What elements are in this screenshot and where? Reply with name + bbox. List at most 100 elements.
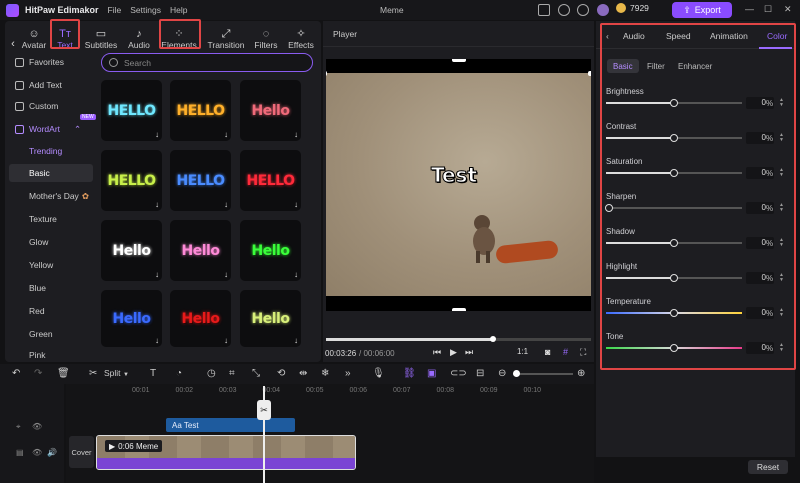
split-button[interactable]: Split: [104, 368, 121, 379]
link-icon[interactable]: ⛓: [403, 368, 416, 379]
prev-frame-icon[interactable]: ⏮: [433, 347, 441, 358]
category-glow[interactable]: Glow: [9, 233, 93, 251]
download-icon[interactable]: ↓: [155, 130, 159, 139]
tab-effects[interactable]: ✧ Effects: [285, 23, 317, 51]
overlay-text[interactable]: Test: [430, 163, 477, 188]
wordart-tile[interactable]: HELLO ↓: [101, 80, 162, 141]
video-track-eye-icon[interactable]: 👁: [32, 448, 42, 457]
rotate-icon[interactable]: ⟲: [277, 368, 285, 379]
category-texture[interactable]: Texture: [9, 210, 93, 228]
maximize-icon[interactable]: ☐: [764, 4, 772, 15]
category-blue[interactable]: Blue: [9, 279, 93, 297]
speed-icon[interactable]: ◔: [176, 368, 182, 379]
wordart-tile[interactable]: Hello ↓: [101, 290, 162, 347]
category-mothers-day[interactable]: Mother's Day ✿: [9, 187, 93, 205]
insert-icon[interactable]: ⊟: [476, 368, 484, 379]
delete-icon[interactable]: 🗑: [57, 368, 70, 379]
menu-settings[interactable]: Settings: [130, 5, 161, 15]
tab-avatar[interactable]: ☺ Avatar: [19, 23, 49, 51]
tab-filters[interactable]: ◌ Filters: [253, 23, 279, 51]
download-icon[interactable]: ↓: [155, 200, 159, 209]
aspect-ratio-select[interactable]: 1:1: [517, 347, 528, 356]
zoom-out-icon[interactable]: ⊖: [498, 368, 506, 379]
progress-bar[interactable]: [326, 336, 591, 342]
resize-handle-tr[interactable]: [588, 71, 591, 76]
mirror-icon[interactable]: ⇹: [299, 368, 307, 379]
grid-icon[interactable]: #: [563, 347, 568, 357]
mic-icon[interactable]: 🎙: [372, 368, 385, 379]
wordart-tile[interactable]: HELLO ↓: [240, 150, 301, 211]
category-pink[interactable]: Pink: [9, 348, 93, 362]
text-track-eye-icon[interactable]: 👁: [32, 422, 42, 431]
split-dropdown-icon[interactable]: ▼: [123, 370, 129, 381]
text-tool-icon[interactable]: T: [150, 368, 156, 379]
video-track-audio-icon[interactable]: 🔊: [47, 448, 57, 457]
video-preview[interactable]: Test: [326, 59, 591, 311]
download-icon[interactable]: ↓: [294, 200, 298, 209]
download-icon[interactable]: ↓: [294, 270, 298, 279]
split-icon[interactable]: ✂: [89, 368, 97, 379]
freeze-icon[interactable]: ❄: [321, 368, 329, 379]
category-wordart[interactable]: WordArt ⌃ NEW: [9, 114, 96, 138]
snapshot-icon[interactable]: ◙: [545, 347, 550, 357]
playhead-split-icon[interactable]: ✂: [257, 400, 271, 420]
download-icon[interactable]: ↓: [224, 336, 228, 345]
wordart-tile[interactable]: Hello ↓: [170, 290, 231, 347]
play-icon[interactable]: ▶: [450, 347, 457, 358]
menu-help[interactable]: Help: [170, 5, 187, 15]
undo-icon[interactable]: ↶: [12, 368, 20, 379]
download-icon[interactable]: ↓: [224, 270, 228, 279]
zoom-slider[interactable]: [513, 370, 573, 377]
clock-icon[interactable]: ◷: [207, 368, 216, 379]
download-icon[interactable]: ↓: [155, 270, 159, 279]
video-clip[interactable]: ▶ 0:06 Meme: [96, 435, 356, 470]
wordart-tile[interactable]: Hello ↓: [240, 220, 301, 281]
category-yellow[interactable]: Yellow: [9, 256, 93, 274]
progress-knob[interactable]: [489, 336, 496, 342]
chain-icon[interactable]: ⊂⊃: [450, 368, 467, 379]
tab-subtitles[interactable]: ▭ Subtitles: [83, 23, 119, 51]
search-input[interactable]: Search: [101, 53, 313, 72]
menu-file[interactable]: File: [108, 5, 122, 15]
wordart-tile[interactable]: Hello ↓: [240, 290, 301, 347]
category-red[interactable]: Red: [9, 302, 93, 320]
tab-audio[interactable]: ♪ Audio: [125, 23, 153, 51]
tab-transition[interactable]: ⤢ Transition: [205, 23, 247, 51]
fullscreen-icon[interactable]: ⛶: [580, 347, 586, 358]
download-icon[interactable]: ↓: [294, 130, 298, 139]
time-ruler[interactable]: 00:01 00:02 00:03 00:04 00:05 00:06 00:07 00:08…: [66, 384, 594, 402]
wordart-tile[interactable]: HELLO ↓: [170, 80, 231, 141]
wordart-tile[interactable]: HELLO ↓: [170, 150, 231, 211]
next-frame-icon[interactable]: ⏭: [465, 347, 473, 358]
wordart-tile[interactable]: Hello ↓: [101, 220, 162, 281]
category-trending[interactable]: Trending: [9, 142, 93, 160]
help-icon[interactable]: [558, 4, 570, 16]
export-button[interactable]: ⇪ Export: [672, 2, 732, 18]
layout-icon[interactable]: [538, 4, 550, 16]
back-icon[interactable]: ‹: [8, 23, 18, 50]
category-favorites[interactable]: Favorites: [9, 53, 93, 71]
resize-icon[interactable]: ⤡: [252, 368, 260, 379]
close-icon[interactable]: ✕: [784, 4, 792, 15]
category-add-text[interactable]: Add Text: [9, 76, 93, 94]
redo-icon[interactable]: ↷: [34, 368, 42, 379]
avatar[interactable]: [597, 4, 609, 16]
minimize-icon[interactable]: —: [745, 4, 754, 14]
cover-button[interactable]: Cover: [69, 436, 94, 468]
more-icon[interactable]: »: [345, 368, 351, 379]
wordart-tile[interactable]: HELLO ↓: [101, 150, 162, 211]
download-icon[interactable]: ↓: [155, 336, 159, 345]
text-clip[interactable]: Aa Test: [166, 418, 295, 432]
category-green[interactable]: Green: [9, 325, 93, 343]
download-icon[interactable]: ↓: [224, 200, 228, 209]
magnet-icon[interactable]: ▣: [427, 368, 436, 379]
wordart-tile[interactable]: Hello ↓: [170, 220, 231, 281]
category-custom[interactable]: Custom: [9, 97, 93, 115]
category-basic[interactable]: Basic: [9, 164, 93, 182]
download-icon[interactable]: ↓: [224, 130, 228, 139]
download-icon[interactable]: [577, 4, 589, 16]
wordart-tile[interactable]: Hello ↓: [240, 80, 301, 141]
resize-handle-top[interactable]: [452, 59, 466, 62]
zoom-in-icon[interactable]: ⊕: [577, 368, 585, 379]
crop-icon[interactable]: ⌗: [229, 368, 235, 379]
